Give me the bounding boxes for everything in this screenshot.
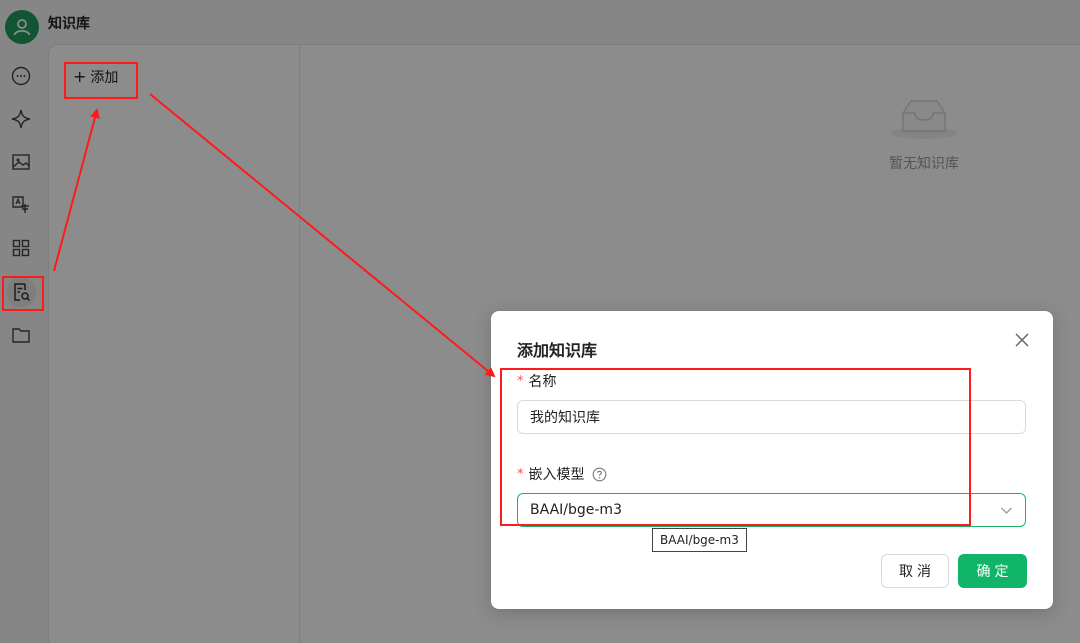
confirm-button[interactable]: 确定	[958, 554, 1027, 588]
annotation-box-nav	[2, 276, 44, 311]
annotation-box-add	[64, 62, 138, 99]
dialog-title: 添加知识库	[517, 341, 598, 360]
close-icon	[1015, 333, 1029, 347]
chevron-down-icon	[1001, 507, 1012, 514]
tooltip: BAAI/bge-m3	[652, 528, 747, 552]
annotation-box-form	[500, 368, 971, 526]
close-button[interactable]	[1013, 331, 1031, 349]
cancel-button[interactable]: 取消	[881, 554, 949, 588]
